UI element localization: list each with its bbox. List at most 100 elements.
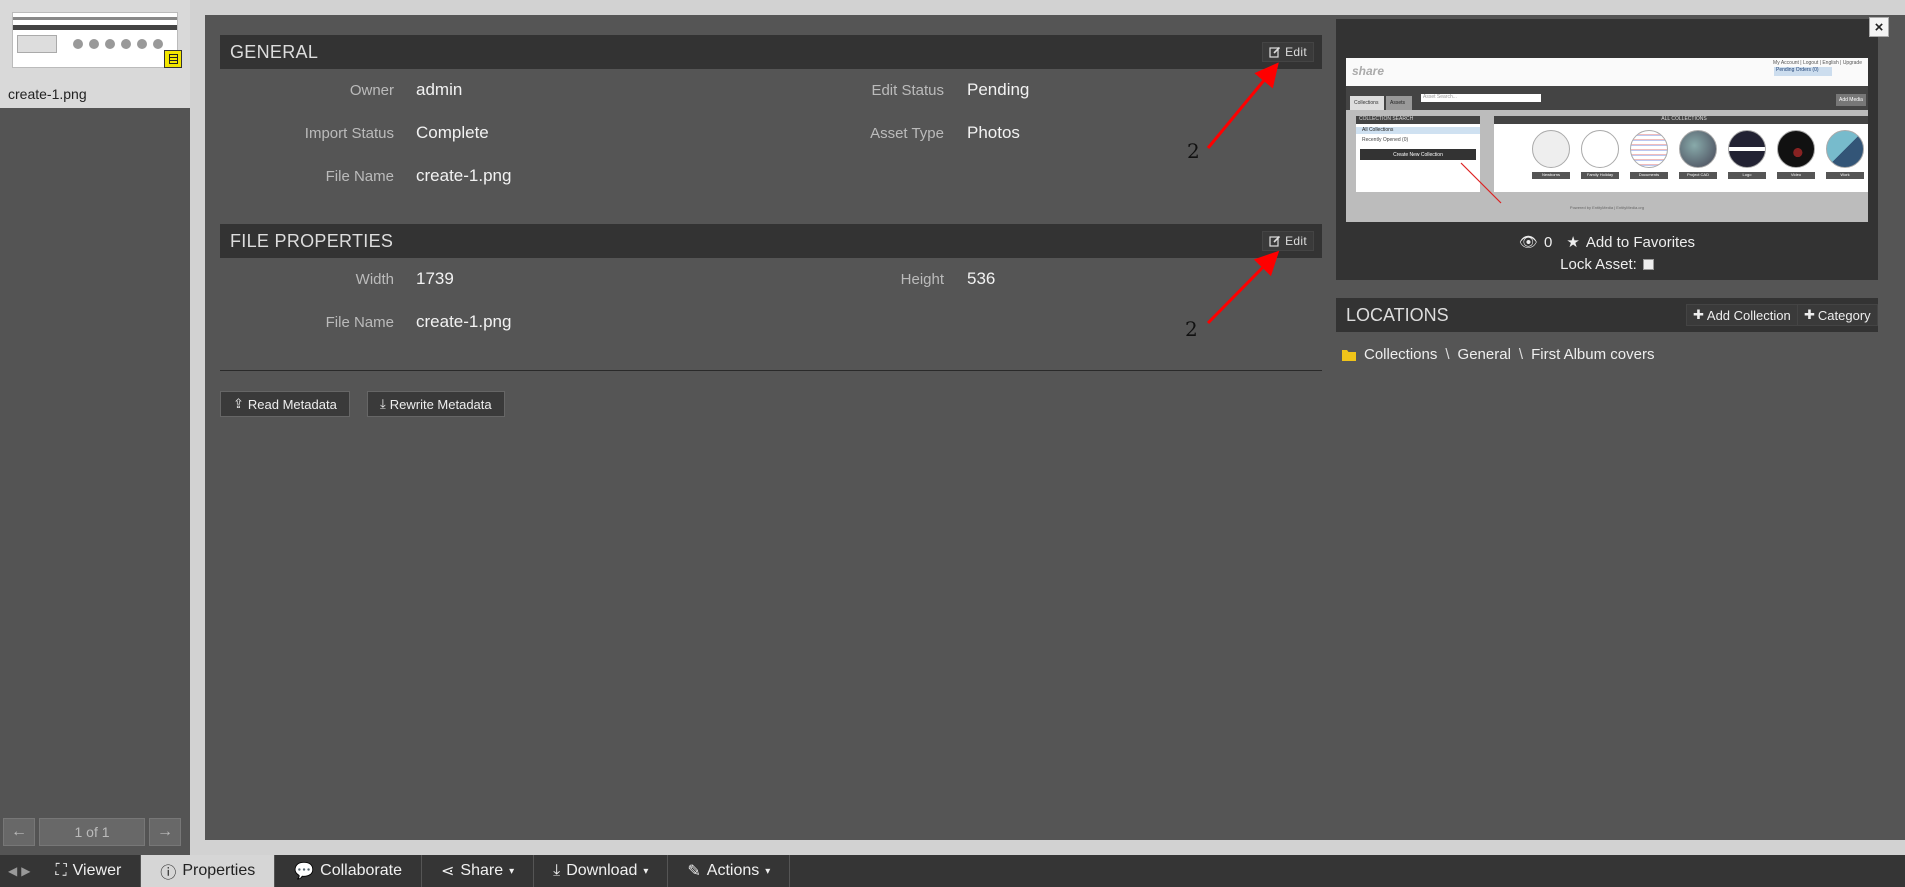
share-label: Share xyxy=(460,862,504,879)
annotation-number: 2 xyxy=(1187,139,1200,163)
download-icon: ⤓ xyxy=(553,862,561,879)
import-status-value: Complete xyxy=(416,123,489,142)
annotation-arrows xyxy=(1206,62,1280,325)
read-metadata-button[interactable]: ⇪ Read Metadata xyxy=(220,391,350,417)
info-icon: ⓘ xyxy=(160,865,177,882)
preview-logo: share xyxy=(1352,64,1385,78)
viewer-label: Viewer xyxy=(72,862,122,879)
collaborate-label: Collaborate xyxy=(320,862,402,879)
pager-prev-button[interactable]: ← xyxy=(3,818,35,846)
owner-label: Owner xyxy=(349,82,394,99)
add-collection-label: Add Collection xyxy=(1706,307,1791,323)
general-file-name-label: File Name xyxy=(325,168,394,185)
preview-search: Asset Search... xyxy=(1421,94,1541,102)
general-edit-button[interactable]: Edit xyxy=(1262,42,1314,62)
locations-section-header: LOCATIONS ✚ Add Collection ✚ Category xyxy=(1336,298,1878,332)
preview-circle-label: Video xyxy=(1777,172,1815,179)
annotation-number: 2 xyxy=(1185,317,1198,341)
preview-circle-label: Newborns xyxy=(1532,172,1570,179)
close-button[interactable]: × xyxy=(1869,17,1889,37)
location-general-link[interactable]: General xyxy=(1458,346,1511,363)
add-category-button[interactable]: ✚ Category xyxy=(1797,304,1878,326)
general-file-name-value: create-1.png xyxy=(416,166,512,185)
preview-all-collections-header: ALL COLLECTIONS xyxy=(1494,116,1868,124)
file-properties-edit-label: Edit xyxy=(1285,234,1307,248)
chevron-down-icon: ▾ xyxy=(765,865,771,877)
actions-label: Actions xyxy=(706,862,760,879)
file-properties-edit-button[interactable]: Edit xyxy=(1262,231,1314,251)
upload-icon: ⇪ xyxy=(233,396,244,411)
preview-collection-search: COLLECTION SEARCH xyxy=(1356,116,1480,124)
add-collection-button[interactable]: ✚ Add Collection xyxy=(1686,304,1798,326)
lock-asset-label: Lock Asset: xyxy=(1560,256,1637,273)
properties-panel: GENERAL Edit Owner admin Edit Status Pen… xyxy=(205,15,1905,840)
add-to-favorites-link[interactable]: ★ Add to Favorites xyxy=(1566,233,1695,252)
thumbnail-image[interactable] xyxy=(12,12,178,68)
preview-circle-label: Family Holiday xyxy=(1581,172,1619,179)
rewrite-metadata-button[interactable]: ⤓ Rewrite Metadata xyxy=(367,391,505,417)
thumbnail-filename: create-1.png xyxy=(8,86,87,102)
height-label: Height xyxy=(900,271,944,288)
viewer-button[interactable]: ⛶ Viewer xyxy=(36,855,142,887)
preview-tab-assets: Assets xyxy=(1386,96,1412,110)
download-dropdown[interactable]: ⤓ Download ▾ xyxy=(534,855,669,887)
lock-asset-checkbox[interactable] xyxy=(1642,259,1654,270)
preview-stats: 👁 0 ★ Add to Favorites xyxy=(1336,233,1878,252)
location-first-album-covers-link[interactable]: First Album covers xyxy=(1531,346,1654,363)
plus-icon: ✚ xyxy=(1693,307,1704,322)
bottom-toolbar: ◀ ▶ ⛶ Viewer ⓘ Properties 💬 Collaborate … xyxy=(0,855,1905,887)
preview-top-links: My Account | Logout | English | Upgrade xyxy=(1773,60,1862,66)
file-properties-title: FILE PROPERTIES xyxy=(230,230,394,251)
asset-preview-image[interactable]: share My Account | Logout | English | Up… xyxy=(1346,58,1868,222)
share-dropdown[interactable]: ⋖ Share ▾ xyxy=(422,855,535,887)
preview-circle-label: Documents xyxy=(1630,172,1668,179)
location-collections-link[interactable]: Collections xyxy=(1364,346,1437,363)
properties-badge-icon[interactable] xyxy=(164,50,182,68)
pager-next-button[interactable]: → xyxy=(149,818,181,846)
locations-title: LOCATIONS xyxy=(1346,304,1449,325)
download-label: Download xyxy=(566,862,638,879)
eye-icon: 👁 xyxy=(1518,234,1539,251)
read-metadata-label: Read Metadata xyxy=(247,396,337,412)
properties-tab[interactable]: ⓘ Properties xyxy=(141,855,276,887)
folder-icon xyxy=(1342,349,1356,361)
prev-arrow-icon[interactable]: ◀ xyxy=(8,864,17,878)
annotation-arrow xyxy=(1206,250,1280,325)
edit-icon xyxy=(1269,235,1281,247)
properties-label: Properties xyxy=(182,862,256,879)
owner-value: admin xyxy=(416,80,463,99)
edit-status-label: Edit Status xyxy=(871,82,944,99)
edit-icon: ✎ xyxy=(687,863,701,880)
preview-tab-collections: Collections xyxy=(1350,96,1384,110)
actions-dropdown[interactable]: ✎ Actions ▾ xyxy=(668,855,791,887)
plus-icon: ✚ xyxy=(1804,307,1815,322)
pager-info: 1 of 1 xyxy=(39,818,145,846)
thumbnail-sidebar: create-1.png ← 1 of 1 → xyxy=(0,0,190,855)
edit-icon xyxy=(1269,46,1281,58)
location-breadcrumb: Collections \ General \ First Album cove… xyxy=(1342,346,1654,363)
add-category-label: Category xyxy=(1817,307,1871,323)
preview-circle-label: Work xyxy=(1826,172,1864,179)
chevron-down-icon: ▾ xyxy=(643,865,649,877)
preview-recently-opened: Recently Opened (0) xyxy=(1362,137,1409,143)
share-icon: ⋖ xyxy=(440,863,455,880)
preview-footer: Powered by EntityMedia | EntityMedia.org xyxy=(1569,205,1645,210)
rewrite-metadata-label: Rewrite Metadata xyxy=(389,396,492,412)
width-value: 1739 xyxy=(416,269,454,288)
view-count-value: 0 xyxy=(1544,233,1553,251)
file-properties-file-name-label: File Name xyxy=(325,314,394,331)
annotation-arrow xyxy=(1206,62,1279,149)
thumbnail-item[interactable]: create-1.png xyxy=(0,0,190,108)
star-icon: ★ xyxy=(1566,234,1580,251)
next-arrow-icon[interactable]: ▶ xyxy=(21,864,30,878)
download-icon: ⤓ xyxy=(380,396,386,411)
asset-preview-panel: share My Account | Logout | English | Up… xyxy=(1336,19,1878,280)
preview-circle-label: Project CAD xyxy=(1679,172,1717,179)
import-status-label: Import Status xyxy=(304,125,394,142)
general-title: GENERAL xyxy=(230,41,319,62)
preview-add-media: Add Media xyxy=(1836,94,1866,106)
width-label: Width xyxy=(355,271,394,288)
general-edit-label: Edit xyxy=(1285,45,1307,59)
collaborate-button[interactable]: 💬 Collaborate xyxy=(275,855,422,887)
breadcrumb-separator: \ xyxy=(1518,346,1524,363)
